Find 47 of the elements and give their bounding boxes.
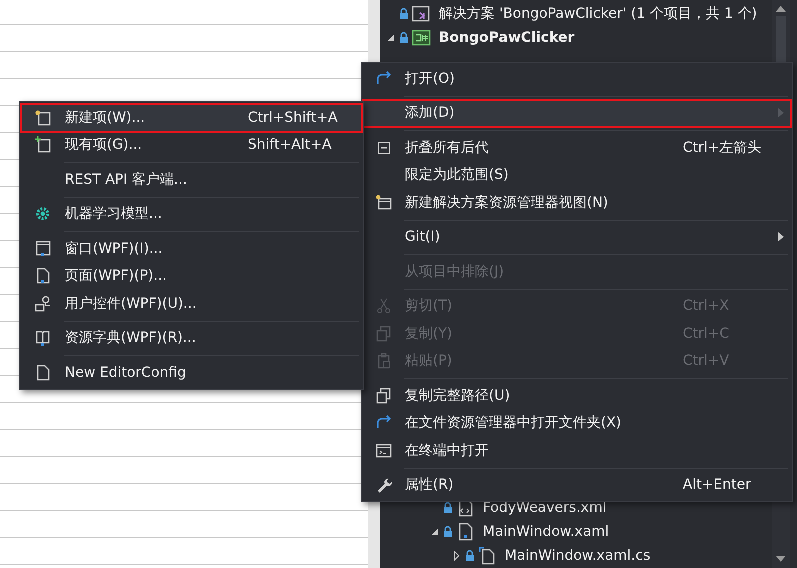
menu-item[interactable]: 添加(D) (363, 100, 791, 127)
tree-item[interactable]: FodyWeavers.xml (483, 500, 607, 516)
solution-icon (412, 5, 432, 23)
window-icon (34, 240, 52, 258)
scroll-down-icon[interactable] (776, 556, 786, 562)
menu-item[interactable]: 限定为此范围(S) (363, 162, 791, 189)
lock-icon (399, 32, 409, 44)
menu-item[interactable]: 新建解决方案资源管理器视图(N) (363, 189, 791, 216)
menu-item[interactable]: 页面(WPF)(P)... (21, 262, 362, 290)
menu-item[interactable]: 复制完整路径(U) (363, 382, 791, 410)
user-control-icon (34, 294, 52, 313)
tree-item[interactable]: MainWindow.xaml (483, 524, 610, 540)
menu-item[interactable]: 打开(O) (363, 65, 791, 92)
menu-item[interactable]: 属性(R) Alt+Enter (363, 472, 791, 499)
expanded-arrow-icon[interactable] (430, 527, 440, 537)
copy-icon (375, 386, 393, 405)
menu-item[interactable]: New EditorConfig (21, 359, 362, 386)
book-icon (34, 329, 52, 348)
expanded-arrow-icon[interactable] (386, 33, 396, 43)
csharp-project-icon (412, 29, 432, 47)
menu-item[interactable]: 折叠所有后代 Ctrl+左箭头 (363, 134, 791, 162)
new-file-icon (34, 108, 52, 127)
add-file-icon (34, 136, 52, 154)
menu-item[interactable]: 机器学习模型... (21, 200, 362, 228)
tree-item[interactable]: BongoPawClicker (439, 30, 575, 46)
lock-icon (465, 550, 475, 562)
lock-icon (399, 8, 409, 20)
lock-icon (443, 526, 453, 538)
collapsed-arrow-icon[interactable] (452, 551, 462, 561)
scissors-icon (375, 297, 393, 316)
menu-item[interactable]: 用户控件(WPF)(U)... (21, 290, 362, 318)
tree-item[interactable]: 解决方案 'BongoPawClicker' (1 个项目，共 1 个) (439, 5, 758, 23)
menu-item[interactable]: 在文件资源管理器中打开文件夹(X) (363, 410, 791, 437)
new-window-icon (375, 194, 393, 212)
menu-item[interactable]: 窗口(WPF)(I)... (21, 235, 362, 262)
scroll-up-icon[interactable] (776, 6, 786, 12)
lock-icon (443, 502, 453, 514)
menu-item[interactable]: 资源字典(WPF)(R)... (21, 324, 362, 352)
copy-icon (375, 324, 393, 343)
menu-item[interactable]: 在终端中打开 (363, 437, 791, 464)
gear-icon (34, 205, 52, 224)
menu-item[interactable]: 新建项(W)... Ctrl+Shift+A (21, 104, 362, 132)
menu-item[interactable]: Git(I) (363, 224, 791, 251)
menu-item[interactable]: 现有项(G)... Shift+Alt+A (21, 132, 362, 159)
terminal-icon (375, 442, 393, 460)
tree-item[interactable]: MainWindow.xaml.cs (505, 548, 651, 564)
menu-item[interactable]: REST API 客户端... (21, 166, 362, 194)
